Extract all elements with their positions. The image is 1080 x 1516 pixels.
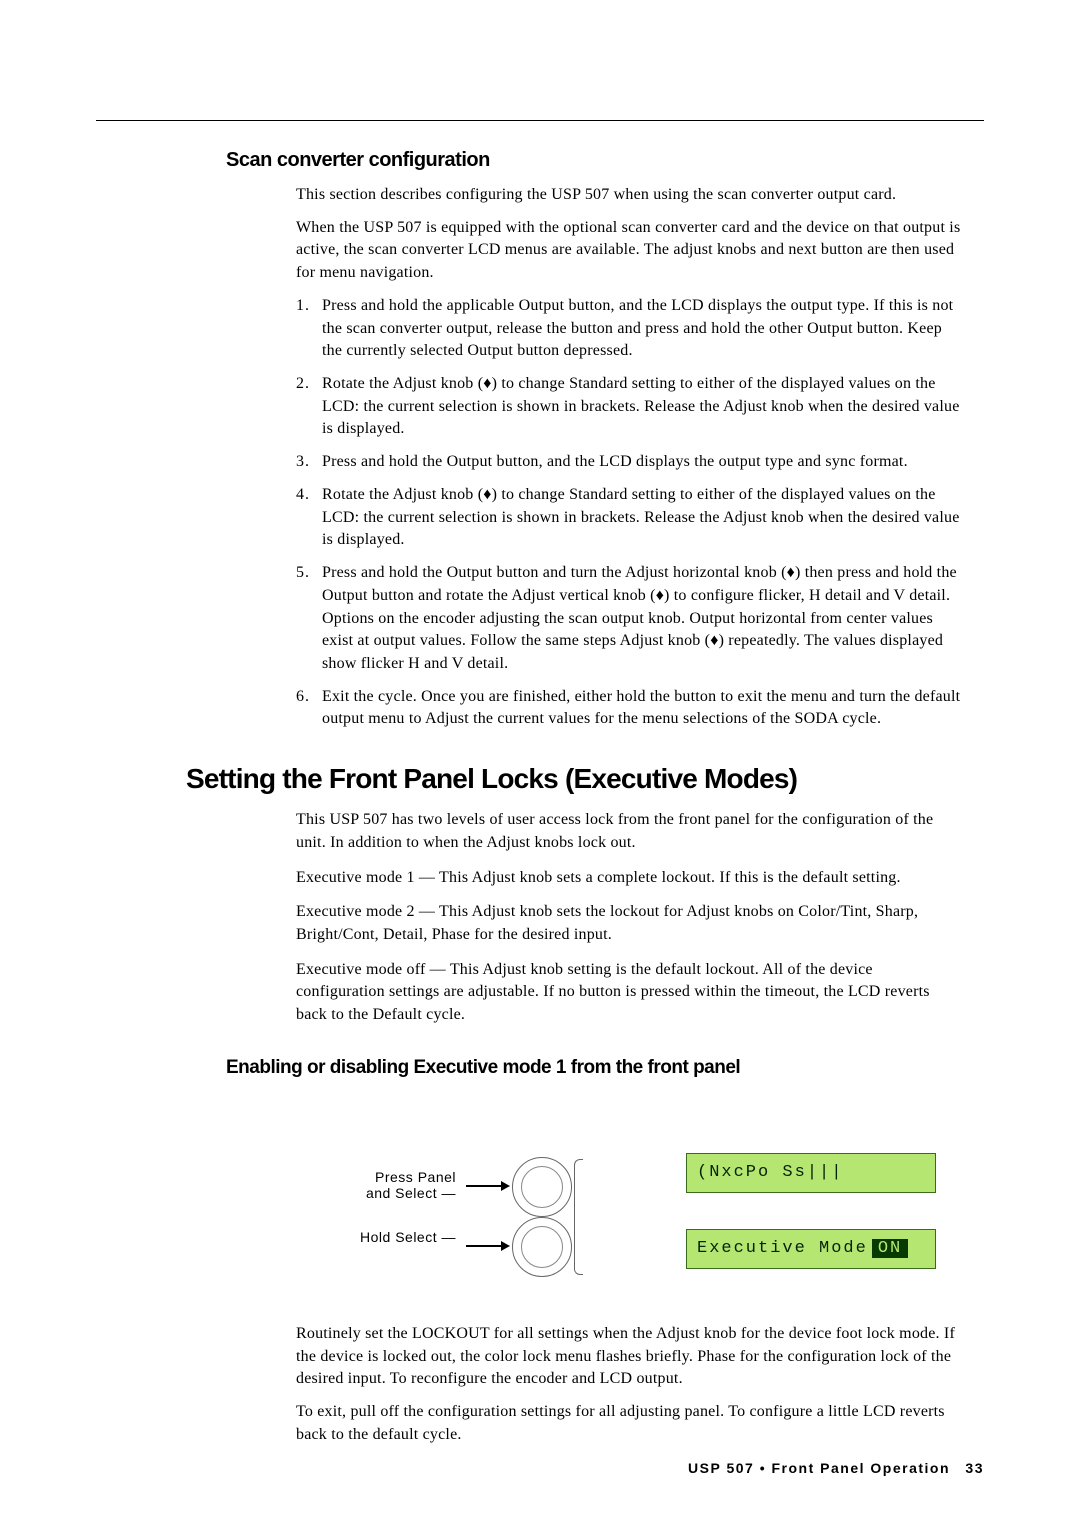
exec-mode-off-label: Executive mode off — xyxy=(296,961,446,978)
exec-mode-1: Executive mode 1 — This Adjust knob sets… xyxy=(296,867,964,890)
figure-label-hold: Hold Select — xyxy=(296,1229,456,1245)
scan-step: 6.Exit the cycle. Once you are finished,… xyxy=(296,686,964,731)
exec-mode-2: Executive mode 2 — This Adjust knob sets… xyxy=(296,901,964,946)
scan-step: 1.Press and hold the applicable Output b… xyxy=(296,295,964,363)
panel-desc-2: To exit, pull off the configuration sett… xyxy=(296,1401,964,1446)
step-number: 4. xyxy=(296,484,322,552)
step-text: Press and hold the applicable Output but… xyxy=(322,295,964,363)
knob-inner xyxy=(521,1226,563,1268)
scan-intro-2: When the USP 507 is equipped with the op… xyxy=(296,217,964,285)
step-text: Rotate the Adjust knob (♦) to change Sta… xyxy=(322,373,964,441)
scan-step: 2.Rotate the Adjust knob (♦) to change S… xyxy=(296,373,964,441)
exec-mode-2-label: Executive mode 2 — xyxy=(296,903,435,920)
top-rule xyxy=(96,120,984,121)
adjust-knob-diagram xyxy=(512,1217,572,1277)
exec-intro: This USP 507 has two levels of user acce… xyxy=(296,809,964,854)
step-text: Press and hold the Output button and tur… xyxy=(322,562,964,676)
lcd-display-bottom: Executive Mode ON xyxy=(686,1229,936,1269)
arrow-icon xyxy=(466,1241,510,1251)
arrow-icon xyxy=(466,1181,510,1191)
step-number: 6. xyxy=(296,686,322,731)
figure-label-press: Press Panel and Select — xyxy=(296,1169,456,1201)
heading-scan-config: Scan converter configuration xyxy=(226,149,984,172)
footer-page-number: 33 xyxy=(965,1460,984,1476)
knob-inner xyxy=(521,1166,563,1208)
lcd-text: Executive Mode xyxy=(697,1239,868,1258)
scan-step-list: 1.Press and hold the applicable Output b… xyxy=(296,295,964,731)
scan-step: 3.Press and hold the Output button, and … xyxy=(296,451,964,474)
page-footer: USP 507 • Front Panel Operation 33 xyxy=(96,1460,984,1476)
step-text: Press and hold the Output button, and th… xyxy=(322,451,964,474)
front-panel-figure: Press Panel and Select — Hold Select — (… xyxy=(296,1101,984,1301)
step-number: 1. xyxy=(296,295,322,363)
step-number: 5. xyxy=(296,562,322,676)
panel-desc-1: Routinely set the LOCKOUT for all settin… xyxy=(296,1323,964,1391)
adjust-knob-diagram xyxy=(512,1157,572,1217)
step-number: 2. xyxy=(296,373,322,441)
scan-step: 4.Rotate the Adjust knob (♦) to change S… xyxy=(296,484,964,552)
step-number: 3. xyxy=(296,451,322,474)
exec-mode-off: Executive mode off — This Adjust knob se… xyxy=(296,959,964,1027)
exec-mode-1-label: Executive mode 1 — xyxy=(296,869,435,886)
step-text: Exit the cycle. Once you are finished, e… xyxy=(322,686,964,731)
step-text: Rotate the Adjust knob (♦) to change Sta… xyxy=(322,484,964,552)
lcd-display-top: (NxcPo Ss||| xyxy=(686,1153,936,1193)
lcd-text: (NxcPo Ss||| xyxy=(697,1163,843,1182)
scan-step: 5.Press and hold the Output button and t… xyxy=(296,562,964,676)
scan-intro-1: This section describes configuring the U… xyxy=(296,184,964,207)
exec-mode-1-text: This Adjust knob sets a complete lockout… xyxy=(439,869,901,886)
label-line-2: and Select — xyxy=(366,1185,456,1201)
heading-enable-disable: Enabling or disabling Executive mode 1 f… xyxy=(226,1057,984,1079)
label-line-1: Press Panel xyxy=(375,1169,456,1185)
brace-icon xyxy=(574,1159,582,1275)
footer-title: USP 507 • Front Panel Operation xyxy=(688,1460,950,1476)
lcd-text-highlight: ON xyxy=(872,1239,908,1258)
heading-exec-modes: Setting the Front Panel Locks (Executive… xyxy=(186,763,984,795)
